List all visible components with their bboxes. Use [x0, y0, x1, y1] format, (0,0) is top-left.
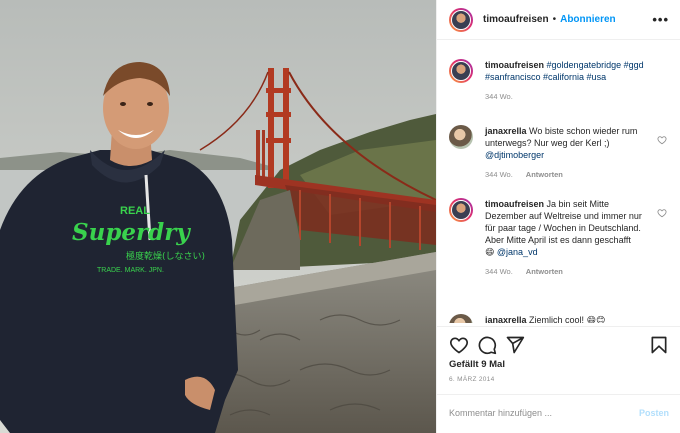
list-item: timoaufreisen Ja bin seit Mitte Dezember…	[449, 198, 671, 276]
avatar[interactable]	[449, 314, 473, 323]
comment-mention[interactable]: @djtimoberger	[485, 150, 544, 160]
comment-input[interactable]: Kommentar hinzufügen ...	[449, 408, 552, 418]
post-photo: REAL Superdry 極度乾燥(しなさい) TRADE. MARK. JP…	[0, 0, 436, 433]
likes-count[interactable]: Gefällt 9 Mal	[449, 359, 505, 370]
list-item: janaxrella Ziemlich cool! 😄😊	[449, 314, 671, 323]
author-username[interactable]: timoaufreisen	[483, 14, 549, 25]
avatar[interactable]	[449, 7, 473, 32]
shirt-print-line3: 極度乾燥(しなさい)	[126, 250, 205, 262]
caption: timoaufreisen #goldengatebridge #ggd #sa…	[449, 59, 671, 101]
comment-username[interactable]: janaxrella	[485, 126, 527, 136]
add-comment-bar: Kommentar hinzufügen ... Posten	[437, 394, 680, 433]
post-sidebar: timoaufreisen • Abonnieren ••• timoaufre…	[436, 0, 680, 433]
comment-mention[interactable]: @jana_vd	[497, 247, 538, 257]
heart-icon[interactable]	[657, 208, 667, 218]
comment-age: 344 Wo.	[485, 267, 513, 276]
post-date: 6. MÄRZ 2014	[449, 376, 495, 383]
post-header: timoaufreisen • Abonnieren •••	[437, 0, 680, 40]
avatar[interactable]	[449, 59, 473, 83]
heart-icon[interactable]	[657, 135, 667, 145]
caption-age: 344 Wo.	[485, 92, 513, 101]
avatar[interactable]	[449, 125, 473, 149]
like-heart-icon[interactable]	[449, 335, 469, 355]
comment-username[interactable]: timoaufreisen	[485, 199, 544, 209]
post-actions: Gefällt 9 Mal 6. MÄRZ 2014	[437, 326, 680, 394]
post-button[interactable]: Posten	[639, 408, 669, 418]
comment-age: 344 Wo.	[485, 170, 513, 179]
avatar[interactable]	[449, 198, 473, 222]
reply-button[interactable]: Antworten	[526, 170, 563, 179]
shirt-print-line1: REAL	[120, 205, 150, 217]
share-icon[interactable]	[505, 335, 525, 355]
emoji: 😄	[485, 247, 495, 257]
separator-dot: •	[552, 14, 557, 25]
comment-text: Ziemlich cool! 😄😊	[529, 315, 606, 323]
comment-username[interactable]: janaxrella	[485, 315, 527, 323]
comments-list[interactable]: timoaufreisen #goldengatebridge #ggd #sa…	[437, 41, 680, 323]
caption-username[interactable]: timoaufreisen	[485, 60, 544, 70]
shirt-print-line2: Superdry	[72, 219, 191, 246]
list-item: janaxrella Wo biste schon wieder rum unt…	[449, 125, 671, 179]
comment-icon[interactable]	[477, 335, 497, 355]
shirt-print-line4: TRADE. MARK. JPN.	[97, 267, 164, 274]
more-options-icon[interactable]: •••	[652, 12, 669, 27]
reply-button[interactable]: Antworten	[526, 267, 563, 276]
follow-button[interactable]: Abonnieren	[560, 14, 616, 25]
save-bookmark-icon[interactable]	[649, 335, 669, 355]
